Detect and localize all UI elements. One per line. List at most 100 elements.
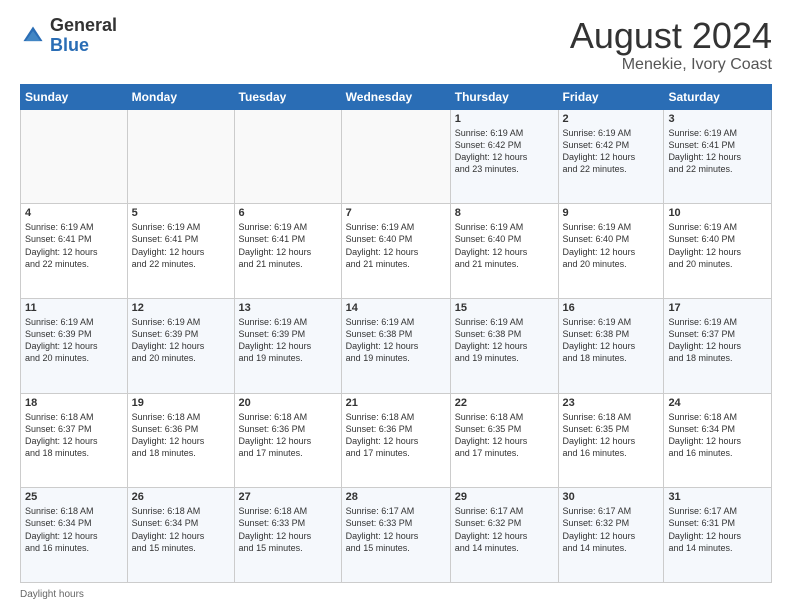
day-number: 16 [563, 302, 660, 314]
day-info: Sunrise: 6:18 AM Sunset: 6:35 PM Dayligh… [455, 411, 554, 460]
day-number: 9 [563, 207, 660, 219]
calendar-header-tuesday: Tuesday [234, 84, 341, 109]
calendar-cell: 28Sunrise: 6:17 AM Sunset: 6:33 PM Dayli… [341, 488, 450, 583]
day-info: Sunrise: 6:18 AM Sunset: 6:36 PM Dayligh… [239, 411, 337, 460]
title-block: August 2024 Menekie, Ivory Coast [570, 16, 772, 74]
day-info: Sunrise: 6:19 AM Sunset: 6:38 PM Dayligh… [455, 316, 554, 365]
day-info: Sunrise: 6:19 AM Sunset: 6:40 PM Dayligh… [455, 221, 554, 270]
day-number: 31 [668, 491, 767, 503]
day-info: Sunrise: 6:18 AM Sunset: 6:34 PM Dayligh… [668, 411, 767, 460]
calendar-week-4: 18 Sunrise: 6:18 AM Sunset: 6:37 PM Dayli… [21, 393, 772, 488]
logo: General Blue [20, 16, 117, 56]
day-info: Sunrise: 6:17 AM Sunset: 6:32 PM Dayligh… [563, 505, 660, 554]
calendar-cell: 20 Sunrise: 6:18 AM Sunset: 6:36 PM Dayli… [234, 393, 341, 488]
day-number: 27 [239, 491, 337, 503]
calendar-cell: 16 Sunrise: 6:19 AM Sunset: 6:38 PM Dayli… [558, 298, 664, 393]
day-info: Sunrise: 6:18 AM Sunset: 6:35 PM Dayligh… [563, 411, 660, 460]
calendar-header-saturday: Saturday [664, 84, 772, 109]
calendar-cell: 13Sunrise: 6:19 AM Sunset: 6:39 PM Dayli… [234, 298, 341, 393]
day-info: Sunrise: 6:19 AM Sunset: 6:41 PM Dayligh… [25, 221, 123, 270]
day-number: 4 [25, 207, 123, 219]
calendar-header-thursday: Thursday [450, 84, 558, 109]
day-number: 19 [132, 397, 230, 409]
calendar-cell: 29Sunrise: 6:17 AM Sunset: 6:32 PM Dayli… [450, 488, 558, 583]
footer-note: Daylight hours [20, 589, 772, 600]
day-number: 1 [455, 113, 554, 125]
day-number: 26 [132, 491, 230, 503]
calendar-cell: 6Sunrise: 6:19 AM Sunset: 6:41 PM Daylig… [234, 204, 341, 299]
calendar-cell [21, 109, 128, 204]
calendar-header-wednesday: Wednesday [341, 84, 450, 109]
day-number: 20 [239, 397, 337, 409]
day-info: Sunrise: 6:19 AM Sunset: 6:41 PM Dayligh… [239, 221, 337, 270]
calendar-cell: 22 Sunrise: 6:18 AM Sunset: 6:35 PM Dayli… [450, 393, 558, 488]
day-info: Sunrise: 6:19 AM Sunset: 6:39 PM Dayligh… [25, 316, 123, 365]
day-info: Sunrise: 6:19 AM Sunset: 6:40 PM Dayligh… [346, 221, 446, 270]
header: General Blue August 2024 Menekie, Ivory … [20, 16, 772, 74]
day-number: 18 [25, 397, 123, 409]
calendar-cell: 19Sunrise: 6:18 AM Sunset: 6:36 PM Dayli… [127, 393, 234, 488]
page: General Blue August 2024 Menekie, Ivory … [0, 0, 792, 612]
calendar-cell: 7Sunrise: 6:19 AM Sunset: 6:40 PM Daylig… [341, 204, 450, 299]
logo-text: General Blue [50, 16, 117, 56]
main-title: August 2024 [570, 16, 772, 56]
calendar-cell: 17 Sunrise: 6:19 AM Sunset: 6:37 PM Dayli… [664, 298, 772, 393]
logo-blue: Blue [50, 36, 117, 56]
day-info: Sunrise: 6:19 AM Sunset: 6:41 PM Dayligh… [132, 221, 230, 270]
calendar-table: SundayMondayTuesdayWednesdayThursdayFrid… [20, 84, 772, 583]
calendar-week-3: 11 Sunrise: 6:19 AM Sunset: 6:39 PM Dayli… [21, 298, 772, 393]
day-info: Sunrise: 6:19 AM Sunset: 6:38 PM Dayligh… [563, 316, 660, 365]
day-info: Sunrise: 6:19 AM Sunset: 6:39 PM Dayligh… [132, 316, 230, 365]
calendar-cell: 5 Sunrise: 6:19 AM Sunset: 6:41 PM Daylig… [127, 204, 234, 299]
day-number: 22 [455, 397, 554, 409]
day-info: Sunrise: 6:19 AM Sunset: 6:40 PM Dayligh… [668, 221, 767, 270]
day-number: 21 [346, 397, 446, 409]
day-number: 14 [346, 302, 446, 314]
day-number: 5 [132, 207, 230, 219]
calendar-cell: 1 Sunrise: 6:19 AM Sunset: 6:42 PM Daylig… [450, 109, 558, 204]
day-number: 24 [668, 397, 767, 409]
day-info: Sunrise: 6:18 AM Sunset: 6:34 PM Dayligh… [25, 505, 123, 554]
calendar-cell: 23 Sunrise: 6:18 AM Sunset: 6:35 PM Dayli… [558, 393, 664, 488]
logo-general: General [50, 16, 117, 36]
day-info: Sunrise: 6:19 AM Sunset: 6:40 PM Dayligh… [563, 221, 660, 270]
day-number: 30 [563, 491, 660, 503]
day-info: Sunrise: 6:19 AM Sunset: 6:37 PM Dayligh… [668, 316, 767, 365]
calendar-header-friday: Friday [558, 84, 664, 109]
day-number: 15 [455, 302, 554, 314]
calendar-cell: 21Sunrise: 6:18 AM Sunset: 6:36 PM Dayli… [341, 393, 450, 488]
day-info: Sunrise: 6:19 AM Sunset: 6:41 PM Dayligh… [668, 127, 767, 176]
day-info: Sunrise: 6:18 AM Sunset: 6:33 PM Dayligh… [239, 505, 337, 554]
calendar-cell: 2Sunrise: 6:19 AM Sunset: 6:42 PM Daylig… [558, 109, 664, 204]
day-info: Sunrise: 6:19 AM Sunset: 6:39 PM Dayligh… [239, 316, 337, 365]
day-number: 12 [132, 302, 230, 314]
calendar-cell: 11 Sunrise: 6:19 AM Sunset: 6:39 PM Dayli… [21, 298, 128, 393]
calendar-cell: 30 Sunrise: 6:17 AM Sunset: 6:32 PM Dayli… [558, 488, 664, 583]
calendar-header-row: SundayMondayTuesdayWednesdayThursdayFrid… [21, 84, 772, 109]
day-number: 3 [668, 113, 767, 125]
calendar-cell: 18 Sunrise: 6:18 AM Sunset: 6:37 PM Dayli… [21, 393, 128, 488]
day-number: 23 [563, 397, 660, 409]
day-info: Sunrise: 6:17 AM Sunset: 6:31 PM Dayligh… [668, 505, 767, 554]
calendar-cell [341, 109, 450, 204]
day-number: 17 [668, 302, 767, 314]
subtitle: Menekie, Ivory Coast [570, 56, 772, 74]
calendar-cell: 26 Sunrise: 6:18 AM Sunset: 6:34 PM Dayli… [127, 488, 234, 583]
day-info: Sunrise: 6:19 AM Sunset: 6:38 PM Dayligh… [346, 316, 446, 365]
day-info: Sunrise: 6:18 AM Sunset: 6:37 PM Dayligh… [25, 411, 123, 460]
calendar-cell: 12 Sunrise: 6:19 AM Sunset: 6:39 PM Dayli… [127, 298, 234, 393]
calendar-cell: 8Sunrise: 6:19 AM Sunset: 6:40 PM Daylig… [450, 204, 558, 299]
day-info: Sunrise: 6:17 AM Sunset: 6:33 PM Dayligh… [346, 505, 446, 554]
calendar-cell: 10 Sunrise: 6:19 AM Sunset: 6:40 PM Dayli… [664, 204, 772, 299]
calendar-header-sunday: Sunday [21, 84, 128, 109]
calendar-header-monday: Monday [127, 84, 234, 109]
calendar-cell [127, 109, 234, 204]
day-info: Sunrise: 6:18 AM Sunset: 6:34 PM Dayligh… [132, 505, 230, 554]
day-info: Sunrise: 6:19 AM Sunset: 6:42 PM Dayligh… [563, 127, 660, 176]
day-number: 10 [668, 207, 767, 219]
day-number: 11 [25, 302, 123, 314]
calendar-cell: 24 Sunrise: 6:18 AM Sunset: 6:34 PM Dayli… [664, 393, 772, 488]
day-info: Sunrise: 6:19 AM Sunset: 6:42 PM Dayligh… [455, 127, 554, 176]
calendar-cell: 15 Sunrise: 6:19 AM Sunset: 6:38 PM Dayli… [450, 298, 558, 393]
calendar-week-5: 25Sunrise: 6:18 AM Sunset: 6:34 PM Dayli… [21, 488, 772, 583]
